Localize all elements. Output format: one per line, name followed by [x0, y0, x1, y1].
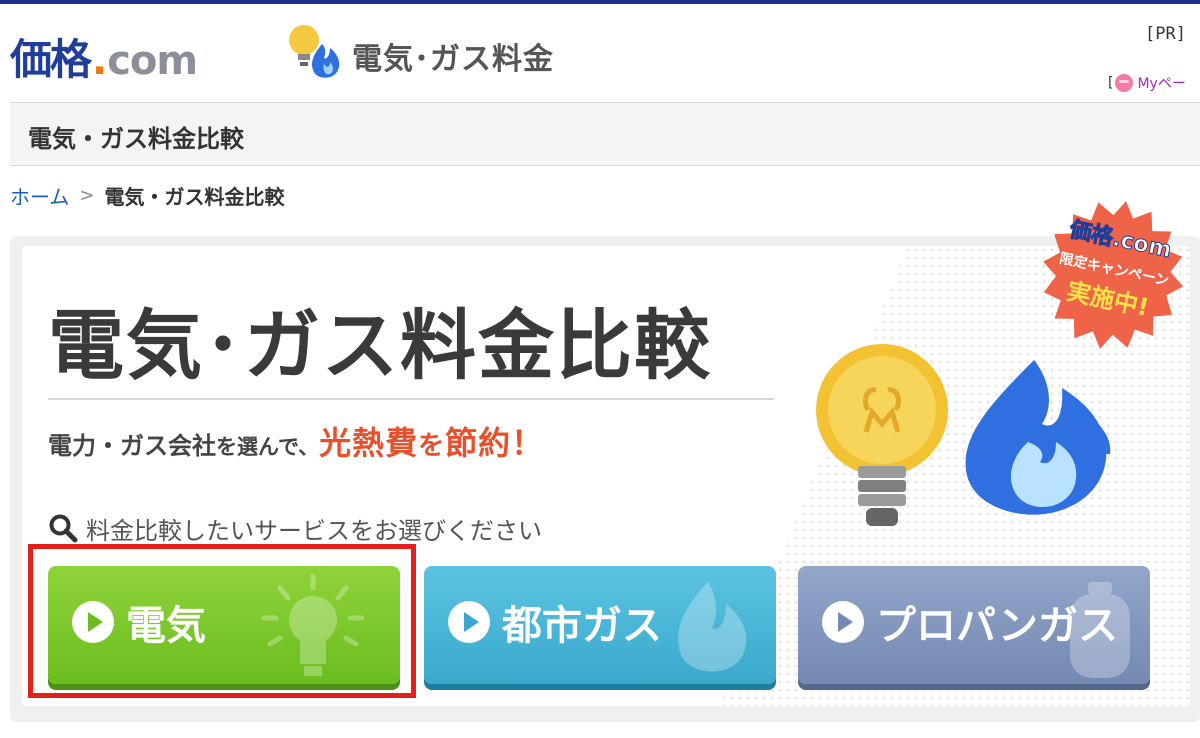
breadcrumb-separator: > — [79, 184, 95, 206]
flame-icon — [678, 582, 747, 672]
logo-com: com — [107, 38, 198, 84]
propane-gas-label: プロパンガス — [876, 603, 1118, 649]
breadcrumb: ホーム > 電気・ガス料金比較 — [10, 180, 285, 210]
bulb-flame-icon — [289, 25, 340, 78]
top-accent-bar — [0, 0, 1200, 4]
logo-kanji: 価格 — [10, 35, 92, 84]
search-hint-text: 料金比較したいサービスをお選びください — [86, 516, 542, 545]
logo-dot: . — [92, 38, 108, 84]
hero-divider — [48, 398, 774, 400]
city-gas-button[interactable]: 都市ガス — [424, 566, 776, 684]
mypage-link[interactable]: [ Myペー — [1108, 72, 1186, 94]
page-title: 電気・ガス料金比較 — [28, 125, 244, 153]
play-icon — [72, 601, 114, 643]
hero-title: 電気･ガス料金比較 — [48, 301, 712, 390]
bulb-icon — [261, 574, 365, 676]
electricity-button[interactable]: 電気 — [48, 566, 400, 684]
hero-subtitle: 電力・ガス会社 を選んで、 光熱費 を 節約！ — [48, 418, 544, 462]
subtitle-part-a: 電力・ガス会社 — [48, 432, 216, 460]
electricity-label: 電気 — [126, 603, 206, 649]
mypage-label: Myペー — [1137, 76, 1186, 92]
kakaku-logo[interactable]: 価格. com — [10, 26, 198, 84]
subtitle-highlight-a: 光熱費 — [319, 424, 419, 462]
mypage-bracket: [ — [1108, 75, 1114, 91]
breadcrumb-current: 電気・ガス料金比較 — [104, 184, 285, 209]
smiley-icon — [1115, 74, 1134, 92]
subtitle-highlight-c: 節約！ — [445, 424, 545, 462]
bulb-icon — [816, 344, 948, 526]
propane-gas-button[interactable]: プロパンガス — [798, 566, 1150, 684]
play-icon — [822, 601, 864, 643]
flame-icon — [965, 360, 1111, 515]
pr-label: [PR] — [1145, 24, 1186, 44]
campaign-badge[interactable]: 価格.com 限定キャンペーン 実施中! — [1026, 196, 1200, 366]
play-icon — [448, 601, 490, 643]
subtitle-part-b: を選んで、 — [216, 435, 320, 459]
service-title: 電気･ガス料金 — [352, 42, 554, 77]
subtitle-highlight-b: を — [418, 431, 446, 461]
breadcrumb-home-link[interactable]: ホーム — [10, 181, 69, 210]
city-gas-label: 都市ガス — [502, 603, 662, 649]
search-icon — [49, 514, 78, 543]
search-hint: 料金比較したいサービスをお選びください — [48, 512, 542, 545]
category-bar: 電気・ガス料金比較 — [10, 102, 1200, 166]
